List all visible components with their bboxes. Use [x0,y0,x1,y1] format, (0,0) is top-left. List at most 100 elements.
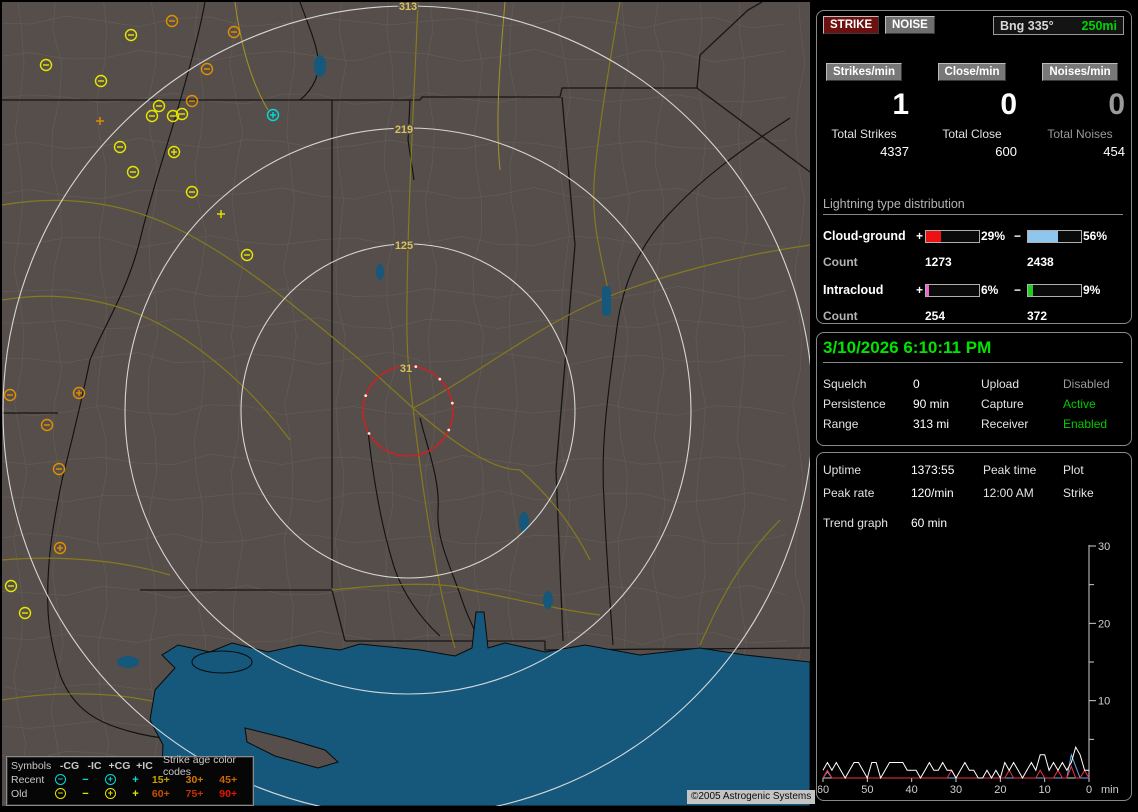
close-column: Close/min 0 Total Close 600 [927,63,1017,159]
total-close-label: Total Close [927,127,1017,141]
bearing-range-badge[interactable]: Bng 335° 250mi [993,16,1124,35]
legend-recent-label: Recent [11,774,48,786]
status-panel: 3/10/2026 6:10:11 PM Squelch 0 Upload Di… [816,332,1132,446]
trend-x-tick: 50 [861,784,873,796]
trend-series-strikes [823,747,1089,778]
legend-symbols-label: Symbols [11,760,57,772]
trend-x-tick: 10 [1039,784,1051,796]
age-30: 30+ [182,774,216,786]
lightning-map[interactable]: 31321912531 Symbols -CG -IC +CG +IC Stri… [2,2,810,806]
plus-icon [123,774,148,787]
strikes-per-min-label[interactable]: Strikes/min [826,63,902,81]
trend-y-tick: 20 [1098,618,1110,630]
distribution-title: Lightning type distribution [823,197,1123,215]
cg-minus-bar [1027,230,1082,243]
ring-distance-label: 219 [395,124,413,136]
close-per-min-label[interactable]: Close/min [938,63,1007,81]
receiver-state: Enabled [1063,417,1107,431]
map-canvas[interactable]: 31321912531 [2,2,810,806]
ic-minus-count: 372 [1027,309,1047,323]
range-value: 250mi [1082,19,1117,33]
minus-icon [73,774,98,787]
count-label: Count [823,255,858,269]
uptime-value: 1373:55 [911,463,954,477]
capture-label: Capture [981,397,1024,411]
minus-sign: − [1014,283,1021,297]
noises-per-min-label[interactable]: Noises/min [1042,63,1117,81]
peak-time-label: Peak time [983,463,1036,477]
total-noises-value: 454 [1035,144,1125,159]
age-90: 90+ [215,788,249,800]
total-noises-label: Total Noises [1035,127,1125,141]
strikes-column: Strikes/min 1 Total Strikes 4337 [819,63,909,159]
squelch-label: Squelch [823,377,866,391]
circle-plus-icon [98,774,123,787]
trend-x-tick: 60 [818,784,829,796]
trend-x-tick: 0 [1086,784,1092,796]
upload-label: Upload [981,377,1019,391]
ic-plus-count: 254 [925,309,945,323]
peak-time-value: 12:00 AM [983,486,1034,500]
minus-sign: − [1014,229,1021,243]
cg-minus-pct: 56% [1083,229,1107,243]
squelch-value: 0 [913,377,920,391]
trend-x-unit: min [1101,784,1119,796]
cg-plus-bar [925,230,980,243]
capture-state: Active [1063,397,1096,411]
total-strikes-value: 4337 [819,144,909,159]
intracloud-row: Intracloud + 6% − 9% [817,283,1133,297]
strike-mode-button[interactable]: STRIKE [823,16,879,34]
range-label: Range [823,417,858,431]
age-15: 15+ [148,774,182,786]
uptime-label: Uptime [823,463,861,477]
circle-minus-icon [48,788,73,801]
counters-panel: STRIKE NOISE Bng 335° 250mi Strikes/min … [816,10,1132,324]
ring-distance-label: 125 [395,240,413,252]
cg-minus-count: 2438 [1027,255,1054,269]
age-75: 75+ [182,788,216,800]
datetime-display: 3/10/2026 6:10:11 PM [823,338,1123,363]
strikes-per-min-value: 1 [819,89,909,121]
legend-old-symbols [48,788,148,801]
trend-series-noises [823,755,1089,778]
age-45: 45+ [215,774,249,786]
count-label: Count [823,309,858,323]
trend-x-tick: 40 [906,784,918,796]
cloud-ground-label: Cloud-ground [823,229,906,243]
receiver-label: Receiver [981,417,1028,431]
copyright-label: ©2005 Astrogenic Systems [687,790,815,804]
plot-label: Plot [1063,463,1084,477]
noises-column: Noises/min 0 Total Noises 454 [1035,63,1125,159]
ring-distance-label: 31 [400,363,412,375]
peak-rate-value: 120/min [911,486,954,500]
circle-minus-icon [48,774,73,787]
close-per-min-value: 0 [927,89,1017,121]
plot-type-value: Strike [1063,486,1094,500]
ic-minus-bar [1027,284,1082,297]
trend-graph-label: Trend graph [823,516,888,530]
legend-col-neg-ic: -IC [82,760,107,772]
trend-x-tick: 20 [994,784,1006,796]
noise-mode-button[interactable]: NOISE [885,16,935,34]
cg-plus-pct: 29% [981,229,1005,243]
legend-header-row: Symbols -CG -IC +CG +IC Strike age color… [11,759,249,773]
ic-plus-pct: 6% [981,283,998,297]
persistence-value: 90 min [913,397,949,411]
intracloud-label: Intracloud [823,283,883,297]
trend-x-tick: 30 [950,784,962,796]
legend-old-row: Old 60+ 75+ 90+ [11,787,249,801]
upload-state: Disabled [1063,377,1110,391]
range-value: 313 mi [913,417,949,431]
legend-col-pos-cg: +CG [107,760,132,772]
peak-rate-label: Peak rate [823,486,874,500]
app-window: 31321912531 Symbols -CG -IC +CG +IC Stri… [0,0,1138,812]
total-close-value: 600 [927,144,1017,159]
noises-per-min-value: 0 [1035,89,1125,121]
trend-series-close [823,766,1089,778]
trend-y-tick: 30 [1098,541,1110,553]
legend-old-label: Old [11,788,48,800]
trend-graph-value: 60 min [911,516,947,530]
minus-icon [73,788,98,801]
plus-sign: + [916,283,923,297]
legend-recent-symbols [48,774,148,787]
